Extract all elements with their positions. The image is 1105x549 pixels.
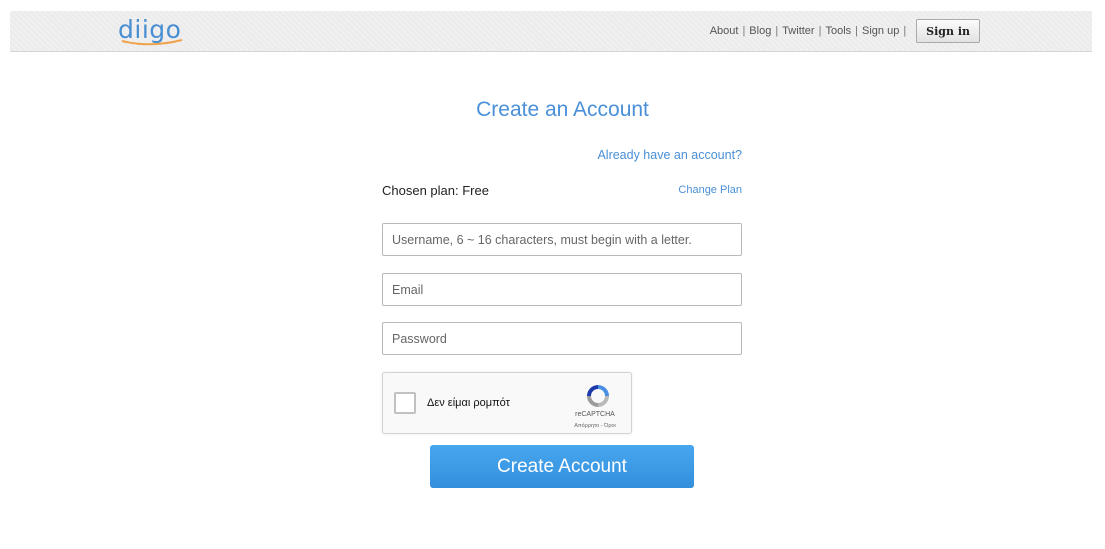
chosen-plan-text: Chosen plan: Free: [382, 183, 489, 198]
nav-signup[interactable]: Sign up: [862, 25, 899, 37]
recaptcha-brand: reCAPTCHA: [575, 411, 615, 418]
change-plan-link[interactable]: Change Plan: [678, 184, 742, 196]
nav-blog[interactable]: Blog: [749, 25, 771, 37]
recaptcha-checkbox[interactable]: [394, 392, 416, 414]
logo-swoosh-icon: [121, 39, 183, 46]
nav-separator: |: [818, 25, 822, 37]
recaptcha-widget: Δεν είμαι ρομπότ reCAPTCHA Απόρρητο - Όρ…: [382, 372, 632, 434]
recaptcha-label: Δεν είμαι ρομπότ: [427, 397, 510, 409]
nav-separator: |: [742, 25, 746, 37]
create-account-button[interactable]: Create Account: [430, 445, 694, 488]
recaptcha-logo-icon: [587, 385, 609, 407]
nav-twitter[interactable]: Twitter: [782, 25, 814, 37]
username-input[interactable]: [382, 223, 742, 256]
sign-in-button[interactable]: Sign in: [916, 19, 980, 43]
top-nav: About | Blog | Twitter | Tools | Sign up…: [710, 19, 980, 43]
recaptcha-privacy-terms[interactable]: Απόρρητο - Όροι: [565, 423, 625, 429]
diigo-logo[interactable]: diigo: [118, 17, 190, 47]
nav-separator: |: [775, 25, 779, 37]
password-input[interactable]: [382, 322, 742, 355]
email-input[interactable]: [382, 273, 742, 306]
already-have-account-link[interactable]: Already have an account?: [597, 148, 742, 162]
nav-tools[interactable]: Tools: [825, 25, 851, 37]
nav-about[interactable]: About: [710, 25, 739, 37]
page-title: Create an Account: [476, 98, 649, 121]
nav-separator: |: [903, 25, 907, 37]
top-bar: diigo About | Blog | Twitter | Tools | S…: [10, 11, 1092, 52]
nav-separator: |: [855, 25, 858, 37]
